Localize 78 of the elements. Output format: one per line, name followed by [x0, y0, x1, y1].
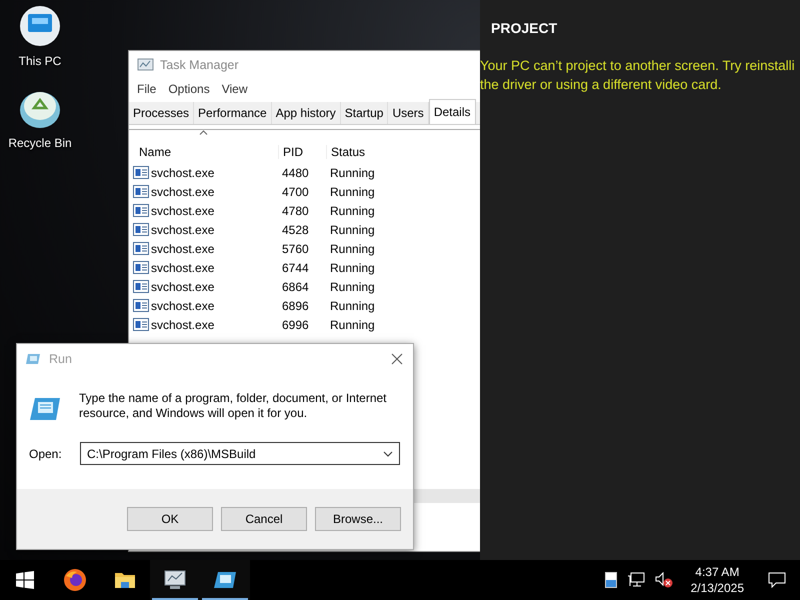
- network-icon[interactable]: [626, 572, 645, 588]
- error-message-line: the driver or using a different video card.: [480, 76, 722, 94]
- table-cell-text: 4700: [281, 184, 310, 198]
- table-cell-text: Running: [329, 222, 376, 236]
- browser-icon[interactable]: [63, 568, 87, 592]
- process-icon: [133, 242, 149, 255]
- table-cell: svchost.exe: [151, 184, 214, 198]
- tab[interactable]: App history: [272, 102, 341, 124]
- table-cell-text: 6864: [281, 280, 310, 294]
- table-cell-text: Running: [329, 242, 376, 256]
- run-icon[interactable]: [213, 571, 237, 589]
- task-manager-icon: [137, 58, 154, 72]
- panel-title: PROJECT: [491, 20, 558, 36]
- dialog-title: Run: [49, 352, 73, 366]
- process-icon: [133, 185, 149, 198]
- column-header[interactable]: Status: [326, 145, 426, 159]
- run-icon: [29, 396, 61, 422]
- table-cell: svchost.exe: [151, 242, 214, 256]
- task-manager-icon[interactable]: [163, 569, 187, 591]
- menu-item[interactable]: File: [137, 82, 156, 96]
- table-cell-text: 6996: [281, 318, 310, 332]
- clock-time[interactable]: 4:37 AM: [695, 564, 740, 580]
- start-icon[interactable]: [16, 571, 34, 589]
- table-cell-text: 4528: [281, 222, 310, 236]
- window-title: Task Manager: [160, 58, 239, 72]
- table-cell-text: 4480: [281, 166, 310, 180]
- process-icon: [133, 280, 149, 293]
- computer-icon[interactable]: [18, 4, 62, 48]
- dialog-description: Type the name of a program, folder, document, or Internet resource, and Windows will open it for you.: [79, 391, 388, 421]
- table-cell-text: Running: [329, 204, 376, 218]
- clock-date[interactable]: 2/13/2025: [690, 580, 744, 596]
- volume-muted-icon[interactable]: [654, 572, 673, 588]
- table-cell-text: 6896: [281, 298, 310, 312]
- error-message-line: Your PC can’t project to another screen. Try reinstalli: [480, 57, 796, 75]
- column-header[interactable]: Name: [133, 145, 278, 159]
- table-cell: svchost.exe: [151, 166, 214, 180]
- dropdown-caret-icon[interactable]: [383, 450, 393, 456]
- table-cell-text: Running: [329, 280, 376, 294]
- notification-icon[interactable]: [768, 572, 786, 588]
- dialog-button[interactable]: OK: [127, 507, 213, 531]
- folder-icon[interactable]: [114, 570, 136, 590]
- run-icon: [25, 352, 41, 364]
- menu-item[interactable]: Options: [168, 82, 210, 96]
- dialog-button[interactable]: Browse...: [315, 507, 401, 531]
- tab[interactable]: Processes: [129, 102, 194, 124]
- table-cell: svchost.exe: [151, 260, 214, 274]
- sort-caret-icon: [199, 130, 208, 135]
- table-cell-text: Running: [329, 298, 376, 312]
- open-combobox[interactable]: C:\Program Files (x86)\MSBuild: [80, 442, 400, 465]
- dialog-button[interactable]: Cancel: [221, 507, 307, 531]
- process-icon: [133, 299, 149, 312]
- process-icon: [133, 166, 149, 179]
- desktop-icon-label[interactable]: This PC: [18, 54, 62, 68]
- tab[interactable]: Performance: [194, 102, 272, 124]
- process-icon: [133, 261, 149, 274]
- close-icon[interactable]: [391, 352, 403, 364]
- table-cell: svchost.exe: [151, 280, 214, 294]
- table-cell-text: Running: [329, 318, 376, 332]
- column-header[interactable]: PID: [278, 145, 326, 159]
- table-cell-text: Running: [329, 260, 376, 274]
- table-cell-text: 6744: [281, 260, 310, 274]
- table-cell-text: Running: [329, 166, 376, 180]
- table-cell: svchost.exe: [151, 318, 214, 332]
- menu-item[interactable]: View: [222, 82, 248, 96]
- desktop-icon-label[interactable]: Recycle Bin: [8, 136, 72, 150]
- process-icon: [133, 204, 149, 217]
- table-cell-text: 4780: [281, 204, 310, 218]
- field-label: Open:: [29, 446, 62, 460]
- tab[interactable]: Startup: [340, 102, 388, 124]
- table-cell: svchost.exe: [151, 204, 214, 218]
- process-icon: [133, 318, 149, 331]
- tab[interactable]: Details: [428, 99, 476, 124]
- table-cell-text: 5760: [281, 242, 310, 256]
- process-icon: [133, 223, 149, 236]
- table-cell: svchost.exe: [151, 222, 214, 236]
- tablet-icon[interactable]: [604, 572, 617, 588]
- table-cell-text: Running: [329, 184, 376, 198]
- table-cell: svchost.exe: [151, 298, 214, 312]
